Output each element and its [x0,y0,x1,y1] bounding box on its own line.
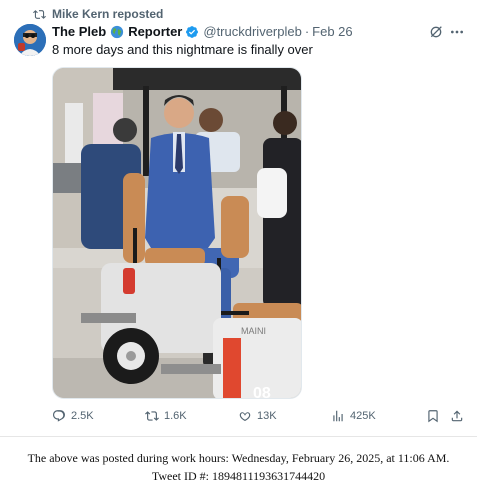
author-name-second[interactable]: Reporter [128,24,182,39]
author-handle[interactable]: @truckdriverpleb [203,24,301,39]
author-avatar[interactable] [14,24,46,56]
more-icon[interactable] [449,24,465,40]
reply-count: 2.5K [71,410,94,422]
share-button[interactable] [450,409,464,423]
tweet-card[interactable]: Mike Kern reposted The Pleb Reporter @tr… [0,0,477,436]
author-header: The Pleb Reporter @truckdriverpleb · Feb… [52,24,353,39]
cart-number-label: 08 [253,385,271,399]
views-icon [333,410,343,422]
post-media[interactable]: MAINI 08 [52,67,302,399]
views-button[interactable]: 425K [331,409,376,423]
post-date[interactable]: Feb 26 [312,24,352,39]
caption-line-2: Tweet ID #: 1894811193631744420 [151,469,326,483]
bookmark-button[interactable] [426,409,440,423]
separator-dot: · [304,24,310,39]
like-count: 13K [257,410,277,422]
grok-icon[interactable] [428,24,444,40]
caption-block: The above was posted during work hours: … [0,449,477,485]
cart-brand-label: MAINI [241,326,266,336]
divider [0,436,477,437]
views-count: 425K [350,410,376,422]
share-icon [451,410,463,422]
heart-icon [239,412,251,421]
photo-golf-cart: MAINI 08 [53,68,301,399]
verified-badge-icon [186,25,199,38]
bookmark-icon [428,410,438,423]
globe-emoji-icon [111,25,124,38]
like-button[interactable]: 13K [238,409,277,423]
repost-label: Mike Kern reposted [52,7,164,21]
action-bar: 2.5K 1.6K 13K 425K [52,409,464,427]
reply-button[interactable]: 2.5K [52,409,94,423]
retweet-icon [145,411,159,421]
post-text: 8 more days and this nightmare is finall… [52,42,313,57]
avatar-image [14,24,46,56]
repost-context[interactable]: Mike Kern reposted [33,7,163,21]
reply-icon [53,410,65,422]
repost-icon [33,9,46,19]
retweet-button[interactable]: 1.6K [145,409,187,423]
author-name-first[interactable]: The Pleb [52,24,106,39]
caption-line-1: The above was posted during work hours: … [27,451,450,465]
retweet-count: 1.6K [164,410,187,422]
